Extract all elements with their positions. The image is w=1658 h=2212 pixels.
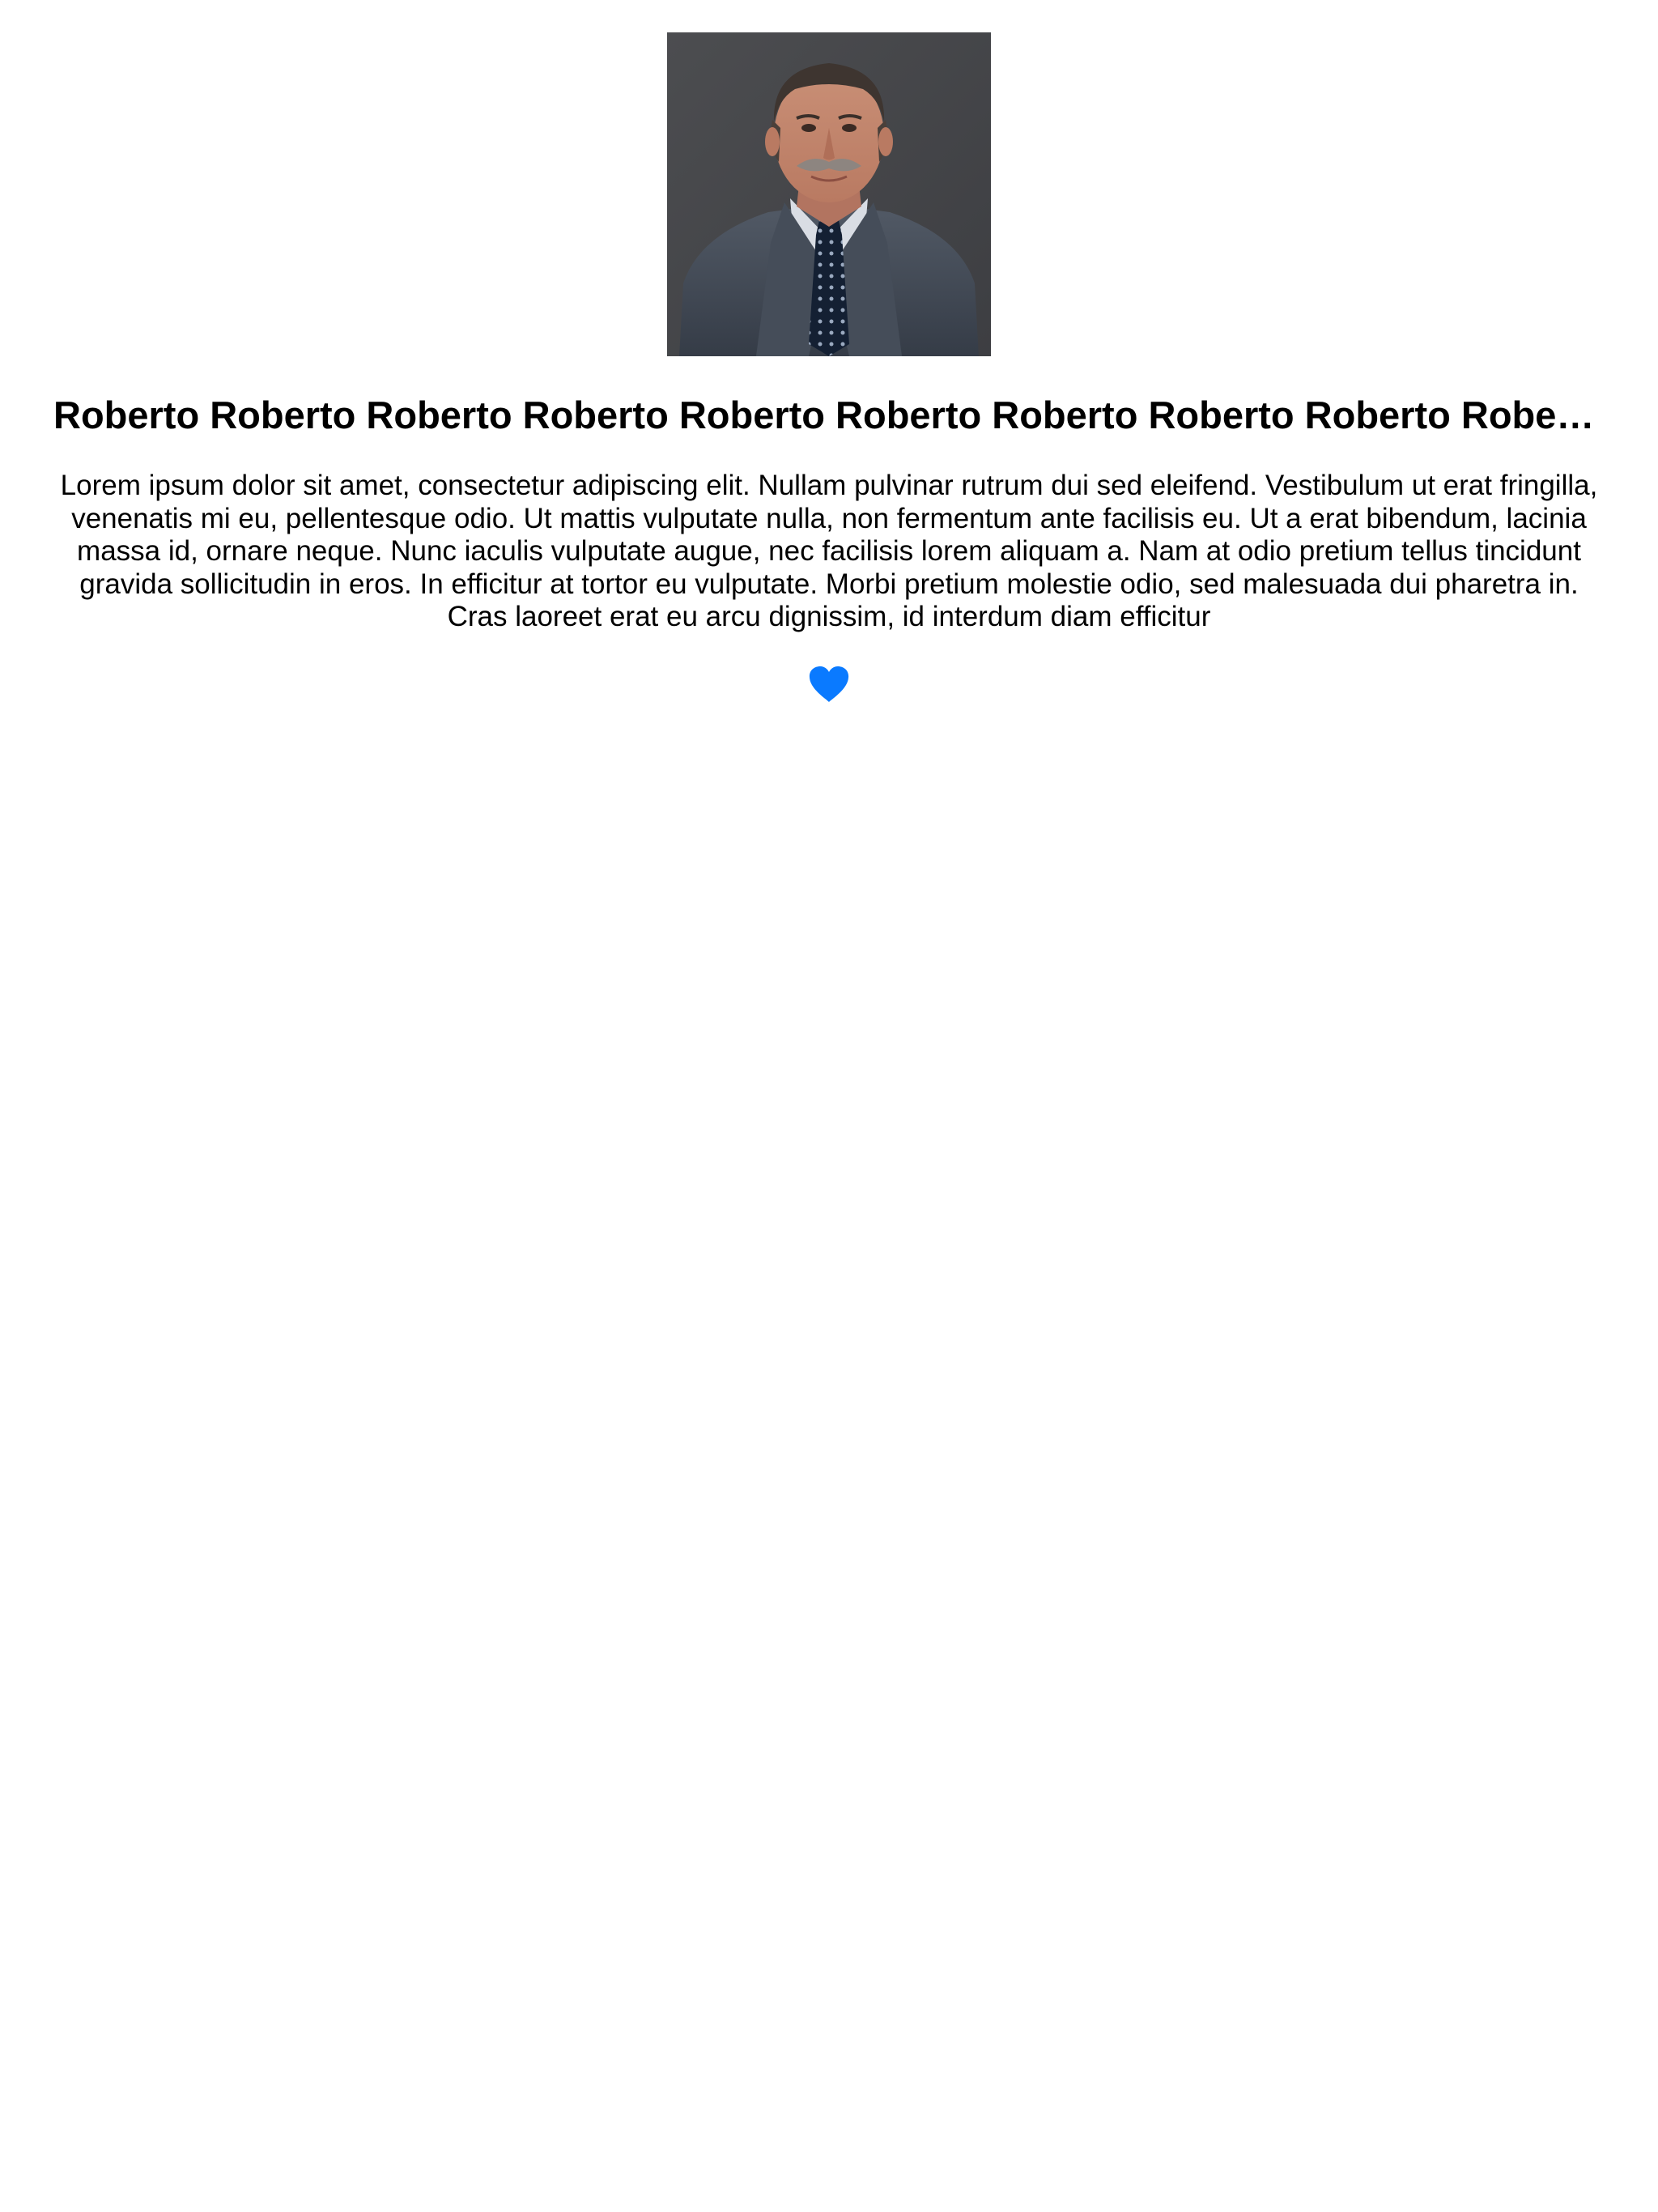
profile-photo xyxy=(667,32,991,356)
heart-icon xyxy=(809,666,849,702)
like-button[interactable] xyxy=(808,666,850,703)
portrait-image xyxy=(667,32,991,356)
profile-bio: Lorem ipsum dolor sit amet, consectetur … xyxy=(60,470,1598,632)
profile-name: Roberto Roberto Roberto Roberto Roberto … xyxy=(53,393,1605,436)
